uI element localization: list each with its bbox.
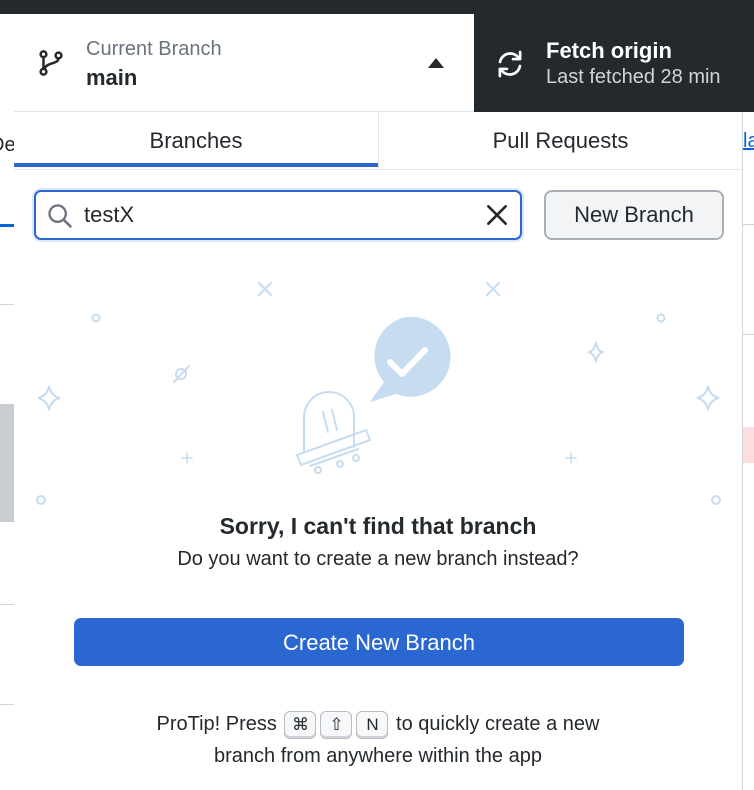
popover-tab-bar: Branches Pull Requests: [14, 112, 742, 170]
sync-icon: [498, 50, 522, 78]
window-top-strip: [0, 0, 754, 14]
background-left-pane: De: [0, 14, 16, 790]
empty-state-title: Sorry, I can't find that branch: [219, 513, 537, 539]
tab-pull-requests[interactable]: Pull Requests: [379, 112, 742, 168]
current-branch-name: main: [86, 65, 138, 90]
search-icon: [48, 204, 72, 228]
current-branch-label: Current Branch: [86, 38, 222, 60]
tab-branches[interactable]: Branches: [14, 112, 378, 168]
empty-state-subtitle: Do you want to create a new branch inste…: [177, 548, 579, 570]
caret-up-icon: [428, 58, 444, 68]
branch-filter-box: [34, 190, 522, 240]
background-tab-underline: [0, 224, 14, 227]
fetch-origin-button[interactable]: Fetch origin Last fetched 28 min: [474, 14, 754, 112]
background-divider: [0, 304, 14, 305]
protip-text-line2: branch from anywhere within the app: [214, 745, 542, 767]
background-divider: [743, 334, 754, 335]
background-diff-marker: [743, 427, 754, 463]
branch-filter-input[interactable]: [84, 198, 464, 232]
protip: ProTip! Press ⌘ ⇧ N to quickly create a ne…: [14, 708, 742, 772]
no-branches-illustration: [36, 282, 721, 505]
protip-text-after: to quickly create a new: [396, 713, 600, 735]
git-branch-icon: [39, 50, 63, 76]
n-key: N: [356, 710, 389, 739]
selected-tab-indicator: [14, 163, 378, 167]
command-key: ⌘: [284, 710, 317, 739]
current-branch-button[interactable]: Current Branch main: [14, 14, 474, 112]
background-divider: [0, 704, 14, 705]
protip-text: ProTip! Press: [156, 713, 277, 735]
background-link-fragment: la: [743, 130, 754, 152]
fetch-origin-label: Fetch origin: [546, 38, 672, 63]
background-divider: [0, 604, 14, 605]
background-right-pane: la: [742, 112, 754, 790]
create-new-branch-button[interactable]: Create New Branch: [74, 618, 684, 666]
background-selected-row: [0, 404, 14, 522]
last-fetched-text: Last fetched 28 min: [546, 66, 721, 88]
new-branch-button[interactable]: New Branch: [544, 190, 724, 240]
background-divider: [743, 224, 754, 225]
branches-popover: Branches Pull Requests New Branch: [14, 112, 742, 790]
clear-search-icon[interactable]: [484, 202, 510, 228]
shift-key: ⇧: [320, 710, 353, 739]
